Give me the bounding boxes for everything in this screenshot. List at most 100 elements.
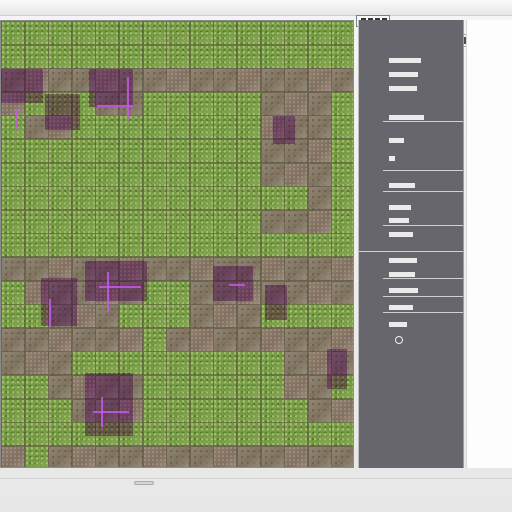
map-tile[interactable] [307, 91, 332, 116]
map-tile[interactable] [331, 422, 353, 447]
map-tile[interactable] [331, 257, 353, 281]
map-tile[interactable] [166, 139, 191, 163]
map-tile[interactable] [166, 257, 191, 281]
map-tile[interactable] [331, 209, 353, 234]
map-tile[interactable] [95, 327, 120, 352]
map-tile[interactable] [142, 233, 167, 258]
map-tile[interactable] [331, 68, 353, 93]
map-tile[interactable] [166, 398, 191, 423]
map-tile[interactable] [284, 162, 309, 187]
map-tile[interactable] [307, 209, 332, 234]
map-tile[interactable] [1, 115, 25, 140]
map-tile[interactable] [166, 209, 191, 234]
map-tile[interactable] [142, 422, 167, 447]
map-tile[interactable] [71, 162, 96, 187]
map-tile[interactable] [213, 327, 238, 352]
map-tile[interactable] [142, 91, 167, 116]
map-tile[interactable] [95, 445, 120, 467]
map-tile[interactable] [284, 351, 309, 376]
map-tile[interactable] [331, 398, 353, 423]
map-tile[interactable] [331, 304, 353, 329]
map-tile[interactable] [237, 304, 261, 329]
map-tile[interactable] [24, 422, 49, 447]
map-tile[interactable] [166, 375, 191, 399]
map-tile[interactable] [189, 139, 214, 163]
map-tile[interactable] [189, 422, 214, 447]
map-tile[interactable] [307, 21, 332, 45]
map-tile[interactable] [260, 209, 285, 234]
map-tile[interactable] [142, 398, 167, 423]
map-tile[interactable] [189, 91, 214, 116]
map-tile[interactable] [166, 44, 191, 69]
map-tile[interactable] [142, 209, 167, 234]
map-tile[interactable] [119, 233, 143, 258]
map-tile[interactable] [189, 68, 214, 93]
map-tile[interactable] [142, 21, 167, 45]
map-tile[interactable] [166, 21, 191, 45]
map-tile[interactable] [48, 327, 73, 352]
map-tile[interactable] [95, 162, 120, 187]
map-tile[interactable] [189, 445, 214, 467]
map-tile[interactable] [284, 375, 309, 399]
map-tile[interactable] [237, 162, 261, 187]
map-tile[interactable] [284, 233, 309, 258]
map-tile[interactable] [166, 351, 191, 376]
map-tile[interactable] [213, 68, 238, 93]
map-tile[interactable] [71, 186, 96, 211]
map-tile[interactable] [237, 233, 261, 258]
map-tile[interactable] [95, 21, 120, 45]
map-tile[interactable] [142, 115, 167, 140]
map-tile[interactable] [331, 280, 353, 305]
map-tile[interactable] [119, 186, 143, 211]
map-tile[interactable] [119, 139, 143, 163]
resize-handle[interactable] [134, 481, 154, 485]
map-tile[interactable] [237, 375, 261, 399]
map-tile[interactable] [1, 375, 25, 399]
map-tile[interactable] [24, 375, 49, 399]
map-tile[interactable] [284, 91, 309, 116]
map-tile[interactable] [119, 21, 143, 45]
map-tile[interactable] [189, 209, 214, 234]
map-tile[interactable] [284, 422, 309, 447]
map-tile[interactable] [1, 398, 25, 423]
map-tile[interactable] [213, 351, 238, 376]
map-tile[interactable] [24, 186, 49, 211]
map-tile[interactable] [260, 351, 285, 376]
map-tile[interactable] [142, 186, 167, 211]
map-tile[interactable] [166, 233, 191, 258]
map-tile[interactable] [48, 233, 73, 258]
map-tile[interactable] [142, 327, 167, 352]
map-tile[interactable] [331, 21, 353, 45]
map-tile[interactable] [284, 68, 309, 93]
map-tile[interactable] [48, 186, 73, 211]
map-tile[interactable] [1, 186, 25, 211]
map-tile[interactable] [1, 304, 25, 329]
map-tile[interactable] [213, 304, 238, 329]
map-tile[interactable] [260, 327, 285, 352]
map-tile[interactable] [213, 375, 238, 399]
map-tile[interactable] [284, 257, 309, 281]
map-tile[interactable] [307, 257, 332, 281]
map-tile[interactable] [260, 233, 285, 258]
map-tile[interactable] [24, 398, 49, 423]
map-tile[interactable] [189, 115, 214, 140]
map-tile[interactable] [189, 233, 214, 258]
map-tile[interactable] [307, 280, 332, 305]
map-tile[interactable] [284, 304, 309, 329]
map-tile[interactable] [71, 139, 96, 163]
map-tile[interactable] [166, 162, 191, 187]
map-tile[interactable] [213, 21, 238, 45]
map-tile[interactable] [284, 327, 309, 352]
map-tile[interactable] [166, 91, 191, 116]
map-tile[interactable] [213, 115, 238, 140]
map-tile[interactable] [142, 162, 167, 187]
map-tile[interactable] [189, 162, 214, 187]
map-tile[interactable] [307, 186, 332, 211]
map-tile[interactable] [142, 139, 167, 163]
map-tile[interactable] [260, 21, 285, 45]
map-tile[interactable] [166, 115, 191, 140]
map-tile[interactable] [307, 139, 332, 163]
map-tile[interactable] [284, 280, 309, 305]
map-tile[interactable] [213, 233, 238, 258]
map-tile[interactable] [237, 351, 261, 376]
